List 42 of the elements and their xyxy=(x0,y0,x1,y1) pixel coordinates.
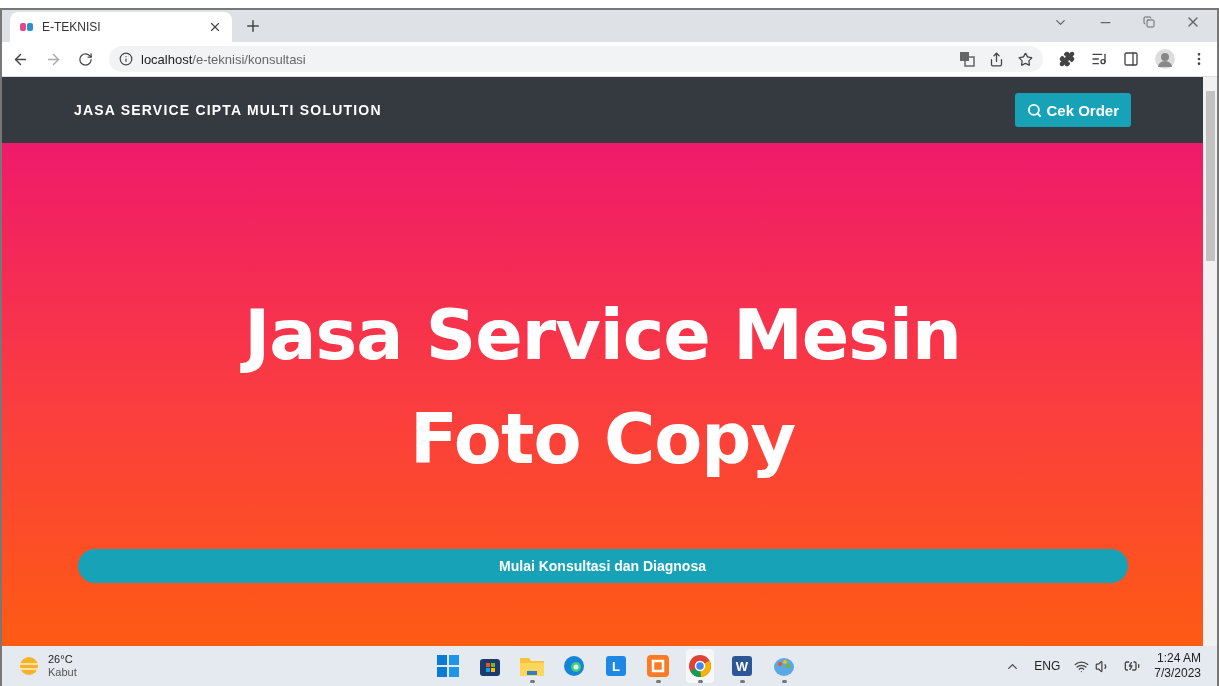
new-tab-icon[interactable] xyxy=(244,17,262,35)
running-indicator xyxy=(739,680,745,683)
app-icon[interactable] xyxy=(647,655,669,677)
folder-icon[interactable] xyxy=(520,656,544,676)
close-icon[interactable] xyxy=(208,20,222,34)
running-indicator xyxy=(529,680,535,683)
wifi-icon[interactable] xyxy=(1074,658,1090,674)
info-icon xyxy=(119,52,133,66)
brand-title[interactable]: JASA SERVICE CIPTA MULTI SOLUTION xyxy=(74,102,382,118)
browser-tab[interactable]: E-TEKNISI xyxy=(10,12,232,42)
palette-icon[interactable] xyxy=(773,655,795,677)
clock-time[interactable]: 1:24 AM xyxy=(1156,651,1201,666)
reload-icon[interactable] xyxy=(78,51,93,67)
app-icon[interactable]: L xyxy=(606,656,626,676)
scrollbar[interactable] xyxy=(1203,77,1217,646)
tab-title: E-TEKNISI xyxy=(42,20,102,34)
star-icon[interactable] xyxy=(1018,51,1033,67)
url-host: localhost xyxy=(141,51,193,67)
running-indicator xyxy=(781,680,787,683)
favicon-icon xyxy=(20,22,34,32)
share-icon[interactable] xyxy=(989,51,1004,67)
clock-date[interactable]: 7/3/2023 xyxy=(1154,666,1201,681)
chrome-icon[interactable] xyxy=(688,654,712,678)
avatar-icon[interactable] xyxy=(1155,49,1175,69)
address-bar[interactable]: localhost/e-teknisi/konsultasi xyxy=(109,46,1043,72)
playlist-icon[interactable] xyxy=(1091,51,1107,67)
restore-icon[interactable] xyxy=(1143,14,1155,30)
temperature: 26°C xyxy=(48,653,74,666)
language-indicator[interactable]: ENG xyxy=(1034,659,1061,673)
hero-title: Foto Copy xyxy=(409,397,796,482)
browser-icon[interactable] xyxy=(563,655,585,677)
weather-condition: Kabut xyxy=(48,666,77,679)
battery-icon[interactable] xyxy=(1124,658,1141,674)
side-panel-icon[interactable] xyxy=(1123,51,1139,67)
running-indicator xyxy=(697,680,703,683)
puzzle-icon[interactable] xyxy=(1059,51,1075,67)
running-indicator xyxy=(655,680,661,683)
app-icon[interactable]: W xyxy=(732,656,752,676)
url-path: /e-teknisi/konsultasi xyxy=(192,51,306,67)
translate-icon[interactable] xyxy=(959,51,975,67)
windows-icon[interactable] xyxy=(437,655,459,677)
search-icon xyxy=(1027,102,1043,118)
